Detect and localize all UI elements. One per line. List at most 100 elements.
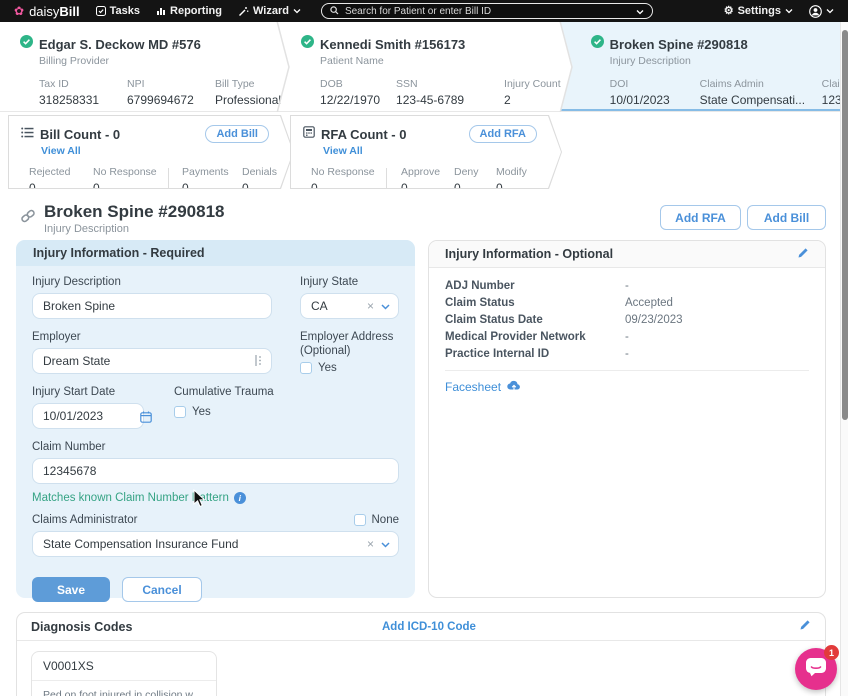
optional-row-adj-number: ADJ Number -	[445, 277, 809, 294]
cumulative-trauma-label: Cumulative Trauma	[174, 386, 399, 398]
provider-title: Edgar S. Deckow MD #576	[39, 37, 201, 52]
settings-chevron-down-icon	[785, 8, 793, 14]
nav-wizard[interactable]: Wizard	[238, 5, 301, 17]
injury-subtitle: Injury Description	[610, 55, 848, 67]
clear-icon[interactable]: ×	[367, 537, 374, 551]
patient-injury-count: Injury Count 2	[504, 78, 561, 107]
claims-admin-none-checkbox[interactable]	[354, 514, 366, 526]
facesheet-link[interactable]: Facesheet	[445, 380, 521, 394]
add-bill-button-small[interactable]: Add Bill	[205, 125, 269, 143]
cumulative-trauma-yes-checkbox[interactable]	[174, 406, 186, 418]
claim-number-label: Claim Number	[32, 441, 399, 453]
rfa-stat-modify: Modify 0	[496, 166, 527, 195]
breadcrumb-billing-provider[interactable]: Edgar S. Deckow MD #576 Billing Provider…	[0, 22, 281, 111]
optional-row-claim-status: Claim Status Accepted	[445, 294, 809, 311]
injury-description-label: Injury Description	[32, 276, 272, 288]
top-nav: ✿ daisyBill Tasks Reporting Wizard ⚙ Set…	[0, 0, 848, 22]
employer-label: Employer	[32, 331, 272, 343]
list-icon	[21, 125, 34, 143]
diagnosis-code-card[interactable]: V0001XS Ped on foot injured in collision…	[31, 651, 217, 696]
required-panel-title: Injury Information - Required	[16, 240, 415, 266]
stat-divider	[386, 168, 387, 196]
breadcrumb-injury[interactable]: Broken Spine #290818 Injury Description …	[561, 22, 848, 111]
cancel-button[interactable]: Cancel	[122, 577, 202, 602]
optional-row-claim-status-date: Claim Status Date 09/23/2023	[445, 311, 809, 328]
patient-ssn: SSN 123-45-6789	[396, 78, 486, 107]
nav-settings-label: Settings	[738, 5, 781, 17]
edit-pencil-icon[interactable]	[799, 618, 811, 636]
optional-row-practice-internal-id: Practice Internal ID -	[445, 345, 809, 362]
chat-icon	[805, 657, 827, 682]
stat-divider	[168, 168, 169, 196]
injury-state-select[interactable]: CA ×	[300, 293, 399, 319]
save-button[interactable]: Save	[32, 577, 110, 602]
provider-npi: NPI 6799694672	[127, 78, 215, 107]
bill-count-title: Bill Count - 0	[40, 127, 120, 142]
bill-stat-payments: Payments 0	[182, 166, 242, 195]
employer-address-yes-checkbox[interactable]	[300, 362, 312, 374]
claim-pattern-note: Matches known Claim Number Pattern i	[32, 492, 399, 504]
check-circle-icon	[301, 35, 314, 53]
rfa-form-icon	[303, 125, 315, 143]
injury-start-date-input[interactable]	[32, 403, 144, 429]
injury-state-label: Injury State	[300, 276, 399, 288]
brand-bill: Bill	[59, 4, 79, 19]
bill-view-all-link[interactable]: View All	[41, 145, 279, 157]
global-search[interactable]	[321, 3, 653, 19]
claims-administrator-select[interactable]: State Compensation Insurance Fund ×	[32, 531, 399, 557]
injury-title: Broken Spine #290818	[610, 37, 748, 52]
tasks-check-icon	[96, 6, 106, 16]
add-bill-button[interactable]: Add Bill	[747, 205, 826, 230]
nav-account[interactable]	[809, 5, 834, 18]
add-rfa-button[interactable]: Add RFA	[660, 205, 741, 230]
edit-pencil-icon[interactable]	[797, 247, 809, 262]
claim-number-input[interactable]	[32, 458, 399, 484]
add-rfa-button-small[interactable]: Add RFA	[469, 125, 537, 143]
rfa-count-card: RFA Count - 0 View All Add RFA No Respon…	[290, 115, 562, 189]
context-breadcrumbs: Edgar S. Deckow MD #576 Billing Provider…	[0, 22, 841, 112]
injury-state-value: CA	[311, 299, 367, 313]
employer-address-label-line2: (Optional)	[300, 345, 399, 357]
daisy-flower-icon: ✿	[14, 5, 24, 17]
add-icd10-code-link[interactable]: Add ICD-10 Code	[382, 621, 476, 633]
nav-settings[interactable]: ⚙ Settings	[724, 5, 793, 17]
optional-panel-title: Injury Information - Optional	[445, 247, 613, 261]
nav-tasks[interactable]: Tasks	[96, 5, 140, 17]
breadcrumb-patient[interactable]: Kennedi Smith #156173 Patient Name DOB 1…	[281, 22, 561, 111]
chat-notification-badge: 1	[824, 645, 839, 660]
calendar-icon[interactable]	[140, 410, 152, 428]
brand-daisy: daisy	[29, 4, 59, 19]
injury-description-input[interactable]	[32, 293, 272, 319]
bill-count-card: Bill Count - 0 View All Add Bill Rejecte…	[8, 115, 294, 189]
claims-admin-none-label: None	[372, 514, 400, 526]
diagnosis-code-description: Ped on foot injured in collision w rolle…	[32, 681, 216, 696]
bill-stat-no-response: No Response 0	[93, 166, 168, 195]
daisybill-logo[interactable]: ✿ daisyBill	[14, 4, 80, 19]
employer-input[interactable]	[32, 348, 272, 374]
nav-reporting[interactable]: Reporting	[156, 5, 222, 17]
nav-reporting-label: Reporting	[170, 5, 222, 17]
gear-icon: ⚙	[724, 6, 734, 17]
select-chevron-down-icon[interactable]	[381, 299, 390, 313]
check-circle-icon	[20, 35, 33, 53]
page-subtitle: Injury Description	[44, 223, 224, 235]
optional-row-medical-provider-network: Medical Provider Network -	[445, 328, 809, 345]
claims-administrator-value: State Compensation Insurance Fund	[43, 537, 367, 551]
rfa-view-all-link[interactable]: View All	[323, 145, 547, 157]
vertical-scrollbar-thumb[interactable]	[842, 30, 848, 420]
provider-billtype: Bill Type Professional	[215, 78, 281, 107]
bill-stat-denials: Denials 0	[242, 166, 277, 195]
search-input[interactable]	[345, 6, 630, 17]
page-header: Broken Spine #290818 Injury Description	[20, 202, 224, 235]
injury-claims-admin: Claims Admin State Compensati...	[700, 78, 822, 107]
search-chevron-down-icon[interactable]	[636, 2, 644, 20]
clear-icon[interactable]: ×	[367, 299, 374, 313]
info-icon[interactable]: i	[234, 492, 246, 504]
nav-wizard-label: Wizard	[253, 5, 289, 17]
select-chevron-down-icon[interactable]	[381, 537, 390, 551]
patient-subtitle: Patient Name	[320, 55, 561, 67]
search-icon	[330, 2, 339, 20]
claim-pattern-text[interactable]: Matches known Claim Number Pattern	[32, 492, 229, 504]
vertical-scrollbar-track[interactable]	[840, 22, 848, 696]
injury-information-optional-panel: Injury Information - Optional ADJ Number…	[428, 240, 826, 598]
